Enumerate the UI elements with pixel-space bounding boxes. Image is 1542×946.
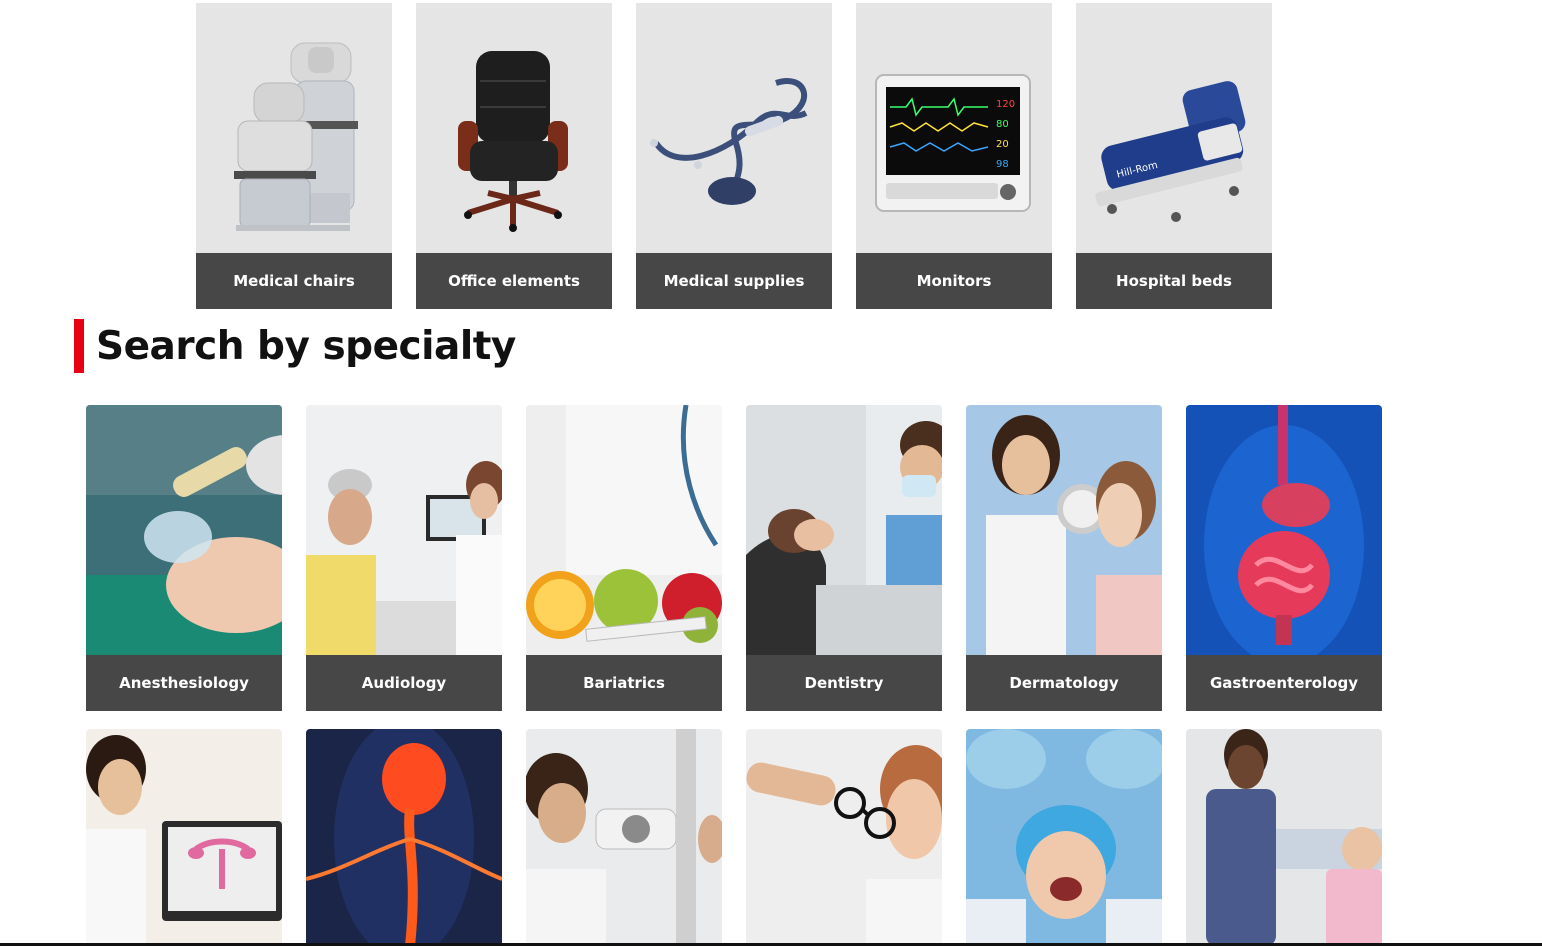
specialty-card-ophthalmology[interactable] [526,729,722,946]
category-label: Hospital beds [1076,253,1272,309]
ophthalmology-photo [526,729,722,946]
hearing-test-photo [306,405,502,655]
specialty-label: Gastroenterology [1186,655,1382,711]
specialty-label: Bariatrics [526,655,722,711]
oral-surgery-photo [966,729,1162,946]
specialty-card-oral-surgery[interactable] [966,729,1162,946]
category-label: Office elements [416,253,612,309]
gynecology-photo [86,729,282,946]
heading-accent-bar [74,319,84,373]
category-label: Medical supplies [636,253,832,309]
specialty-label: Dermatology [966,655,1162,711]
specialty-card-anesthesiology[interactable]: Anesthesiology [86,405,282,711]
specialty-label: Anesthesiology [86,655,282,711]
category-card-medical-chairs[interactable]: Medical chairs [196,3,392,309]
specialty-card-audiology[interactable]: Audiology [306,405,502,711]
neurology-photo [306,729,502,946]
physical-therapy-photo [1186,729,1382,946]
category-card-hospital-beds[interactable]: Hill-Rom Hospital beds [1076,3,1272,309]
category-label: Medical chairs [196,253,392,309]
specialty-card-gynecology[interactable] [86,729,282,946]
page: Medical chairs Office elements Medical s… [0,0,1542,946]
specialty-label: Dentistry [746,655,942,711]
dentist-patient-photo [746,405,942,655]
svg-text:120: 120 [996,99,1015,110]
category-label: Monitors [856,253,1052,309]
patient-monitor-icon: 120 80 20 98 [856,3,1052,253]
specialty-card-neurology[interactable] [306,729,502,946]
skin-exam-photo [966,405,1162,655]
stethoscope-icon [636,3,832,253]
specialty-card-bariatrics[interactable]: Bariatrics [526,405,722,711]
specialty-card-physical-therapy[interactable] [1186,729,1382,946]
fruit-measuring-tape-photo [526,405,722,655]
specialty-card-dermatology[interactable]: Dermatology [966,405,1162,711]
section-heading: Search by specialty [74,319,516,373]
svg-text:20: 20 [996,139,1009,150]
digestive-system-photo [1186,405,1382,655]
category-card-monitors[interactable]: 120 80 20 98 Monitors [856,3,1052,309]
specialty-label: Audiology [306,655,502,711]
hospital-bed-icon: Hill-Rom [1076,3,1272,253]
specialty-card-optometry[interactable] [746,729,942,946]
section-title: Search by specialty [96,323,516,369]
category-card-office-elements[interactable]: Office elements [416,3,612,309]
specialty-card-gastroenterology[interactable]: Gastroenterology [1186,405,1382,711]
category-card-medical-supplies[interactable]: Medical supplies [636,3,832,309]
svg-text:98: 98 [996,159,1009,170]
optometry-glasses-photo [746,729,942,946]
medical-chair-icon [196,3,392,253]
specialty-card-dentistry[interactable]: Dentistry [746,405,942,711]
anesthesia-mask-photo [86,405,282,655]
office-chair-icon [416,3,612,253]
svg-text:80: 80 [996,119,1009,130]
